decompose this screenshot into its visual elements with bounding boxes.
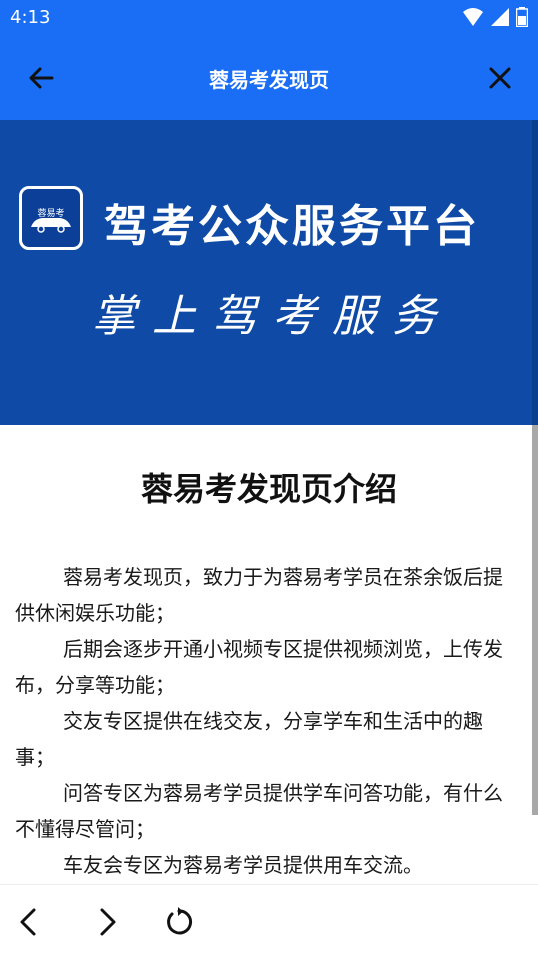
signal-icon <box>491 8 509 26</box>
article-title: 蓉易考发现页介绍 <box>140 470 397 508</box>
article-paragraph: 车友会专区为蓉易考学员提供用车交流。 <box>63 853 423 877</box>
chevron-left-icon[interactable] <box>14 907 44 937</box>
status-icons <box>462 7 528 27</box>
chevron-right-icon[interactable] <box>92 907 122 937</box>
bottom-nav-bar <box>0 884 538 959</box>
article-paragraph: 后期会逐步开通小视频专区提供视频浏览，上传发布，分享等功能； <box>15 637 503 697</box>
logo-text: 蓉易考 <box>37 207 64 219</box>
app-bar: 蓉易考发现页 <box>0 36 538 120</box>
close-icon[interactable] <box>484 62 516 94</box>
status-bar: 4:13 <box>0 0 538 36</box>
slogan: 掌上驾考服务 <box>92 291 452 342</box>
article-paragraph: 交友专区提供在线交友，分享学车和生活中的趣事； <box>15 709 483 769</box>
article-paragraph: 问答专区为蓉易考学员提供学车问答功能，有什么不懂得尽管问； <box>15 781 503 841</box>
car-logo-icon: 蓉易考 <box>31 207 71 233</box>
banner-image: 蓉易考 驾考公众服务平台 掌上驾考服务 <box>0 120 532 425</box>
status-time: 4:13 <box>10 7 51 28</box>
page-title: 蓉易考发现页 <box>209 68 329 92</box>
wifi-icon <box>463 8 483 26</box>
battery-icon <box>516 7 528 27</box>
article-paragraph: 蓉易考发现页，致力于为蓉易考学员在茶余饭后提供休闲娱乐功能； <box>15 565 503 625</box>
logo: 蓉易考 <box>19 186 83 250</box>
refresh-icon[interactable] <box>164 907 194 937</box>
platform-name: 驾考公众服务平台 <box>104 201 480 252</box>
scrollbar-track <box>532 120 538 425</box>
article-body: 蓉易考发现页，致力于为蓉易考学员在茶余饭后提供休闲娱乐功能； 后期会逐步开通小视… <box>15 559 515 883</box>
